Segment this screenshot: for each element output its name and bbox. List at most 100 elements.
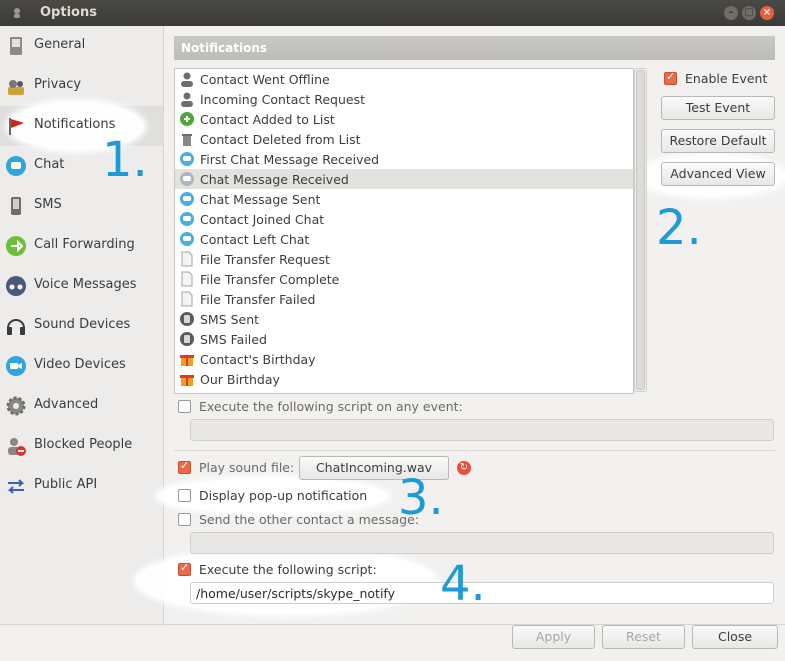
list-item[interactable]: Contact's Birthday: [175, 349, 633, 369]
enable-event-checkbox[interactable]: [664, 70, 677, 85]
list-item[interactable]: Contact Went Offline: [175, 69, 633, 89]
list-item[interactable]: Incoming Contact Request: [175, 89, 633, 109]
contact-icon: [181, 92, 193, 107]
sidebar-item-public-api[interactable]: Public API: [0, 466, 163, 506]
display-popup-label: Display pop-up notification: [199, 488, 368, 503]
sidebar-item-label: Sound Devices: [34, 317, 131, 332]
voicemail-icon: [6, 276, 26, 296]
sidebar-item-label: Public API: [34, 477, 98, 492]
execute-script-checkbox[interactable]: [178, 561, 191, 576]
sidebar-item-label: Video Devices: [34, 357, 126, 372]
list-item[interactable]: SMS Failed: [175, 329, 633, 349]
panel-header-title: Notifications: [181, 41, 268, 55]
list-item-label: Our Birthday: [200, 372, 280, 387]
contact-icon: [181, 72, 193, 87]
list-item-label: File Transfer Failed: [200, 292, 316, 307]
execute-script-value: /home/user/scripts/skype_notify: [196, 586, 395, 601]
general-icon: [10, 37, 22, 55]
gift-icon: [180, 355, 194, 366]
list-item-label: Contact Went Offline: [200, 72, 330, 87]
list-item[interactable]: Contact Left Chat: [175, 229, 633, 249]
list-item-label: Contact Joined Chat: [200, 212, 325, 227]
contact-add-icon: [180, 112, 194, 126]
sidebar-item-advanced[interactable]: Advanced: [0, 386, 163, 426]
sidebar-item-general[interactable]: General: [0, 26, 163, 66]
test-event-button[interactable]: Test Event: [661, 96, 775, 120]
maximize-icon[interactable]: □: [742, 6, 756, 20]
sidebar-item-call-forwarding[interactable]: Call Forwarding: [0, 226, 163, 266]
sms-icon: [180, 312, 194, 326]
close-icon[interactable]: ×: [760, 6, 774, 20]
trash-icon: [182, 134, 192, 146]
restore-default-button[interactable]: Restore Default: [661, 129, 775, 153]
apply-button[interactable]: Apply: [512, 625, 595, 649]
event-list-scrollbar[interactable]: [634, 68, 647, 392]
any-event-script-label: Execute the following script on any even…: [199, 399, 463, 414]
reset-button[interactable]: Reset: [602, 625, 685, 649]
sidebar-item-video-devices[interactable]: Video Devices: [0, 346, 163, 386]
sidebar-item-label: Voice Messages: [34, 277, 137, 292]
any-event-script-checkbox[interactable]: [178, 400, 191, 413]
list-item[interactable]: File Transfer Request: [175, 249, 633, 269]
send-message-input[interactable]: [190, 532, 774, 554]
list-item[interactable]: Our Birthday: [175, 369, 633, 389]
send-message-checkbox[interactable]: [178, 513, 191, 526]
sidebar-item-label: General: [34, 37, 86, 52]
headset-icon: [7, 319, 25, 335]
camera-icon: [6, 356, 26, 376]
call-forwarding-icon: [6, 236, 26, 256]
sidebar-item-label: Chat: [34, 157, 65, 172]
list-item[interactable]: First Chat Message Received: [175, 149, 633, 169]
callout-2: 2.: [656, 200, 702, 256]
list-item-label: Chat Message Received: [200, 172, 349, 187]
chat-bubble-icon: [180, 172, 194, 186]
scrollbar-thumb[interactable]: [636, 70, 645, 390]
callout-1: 1.: [102, 132, 148, 188]
chat-bubble-icon: [180, 152, 194, 166]
display-popup-checkbox[interactable]: [178, 489, 191, 502]
sms-icon: [180, 332, 194, 346]
list-item-label: SMS Failed: [200, 332, 267, 347]
options-window: Options – □ × General Privacy Notificati…: [0, 0, 785, 661]
list-item-label: File Transfer Complete: [200, 272, 340, 287]
list-item[interactable]: File Transfer Failed: [175, 289, 633, 309]
sidebar-item-label: Privacy: [34, 77, 82, 92]
list-item[interactable]: Contact Added to List: [175, 109, 633, 129]
callout-3: 3.: [398, 470, 444, 526]
list-item[interactable]: Chat Message Sent: [175, 189, 633, 209]
sidebar-item-sound-devices[interactable]: Sound Devices: [0, 306, 163, 346]
chat-bubble-icon: [180, 232, 194, 246]
play-sound-checkbox[interactable]: [178, 459, 191, 474]
reset-sound-icon[interactable]: ↻: [457, 461, 471, 475]
advanced-view-button[interactable]: Advanced View: [661, 162, 775, 186]
minimize-icon[interactable]: –: [724, 6, 738, 20]
list-item-label: Chat Message Sent: [200, 192, 321, 207]
list-item-label: Contact Deleted from List: [200, 132, 361, 147]
list-item-label: Incoming Contact Request: [200, 92, 365, 107]
highlight-ellipse-script: [136, 548, 436, 614]
list-item-selected[interactable]: Chat Message Received: [175, 169, 633, 189]
list-item-label: SMS Sent: [200, 312, 260, 327]
list-item[interactable]: Contact Deleted from List: [175, 129, 633, 149]
play-sound-label: Play sound file:: [199, 460, 295, 475]
gear-icon: [6, 396, 26, 416]
list-item[interactable]: Contact Joined Chat: [175, 209, 633, 229]
sidebar-item-blocked-people[interactable]: Blocked People: [0, 426, 163, 466]
sidebar-item-label: Advanced: [34, 397, 99, 412]
event-list[interactable]: Contact Went Offline Incoming Contact Re…: [174, 68, 634, 394]
close-button[interactable]: Close: [692, 625, 778, 649]
list-item[interactable]: File Transfer Complete: [175, 269, 633, 289]
any-event-script-input[interactable]: [190, 419, 774, 441]
chat-icon: [6, 156, 26, 176]
file-icon: [181, 251, 193, 267]
sidebar-item-privacy[interactable]: Privacy: [0, 66, 163, 106]
sidebar-item-sms[interactable]: SMS: [0, 186, 163, 226]
title-bar[interactable]: Options – □ ×: [0, 0, 785, 26]
list-item-label: Contact Added to List: [200, 112, 335, 127]
privacy-icon: [8, 80, 24, 95]
sidebar-item-voice-messages[interactable]: Voice Messages: [0, 266, 163, 306]
list-item[interactable]: SMS Sent: [175, 309, 633, 329]
divider: [174, 450, 775, 451]
panel-header: Notifications: [174, 36, 775, 60]
callout-4: 4.: [440, 556, 486, 612]
